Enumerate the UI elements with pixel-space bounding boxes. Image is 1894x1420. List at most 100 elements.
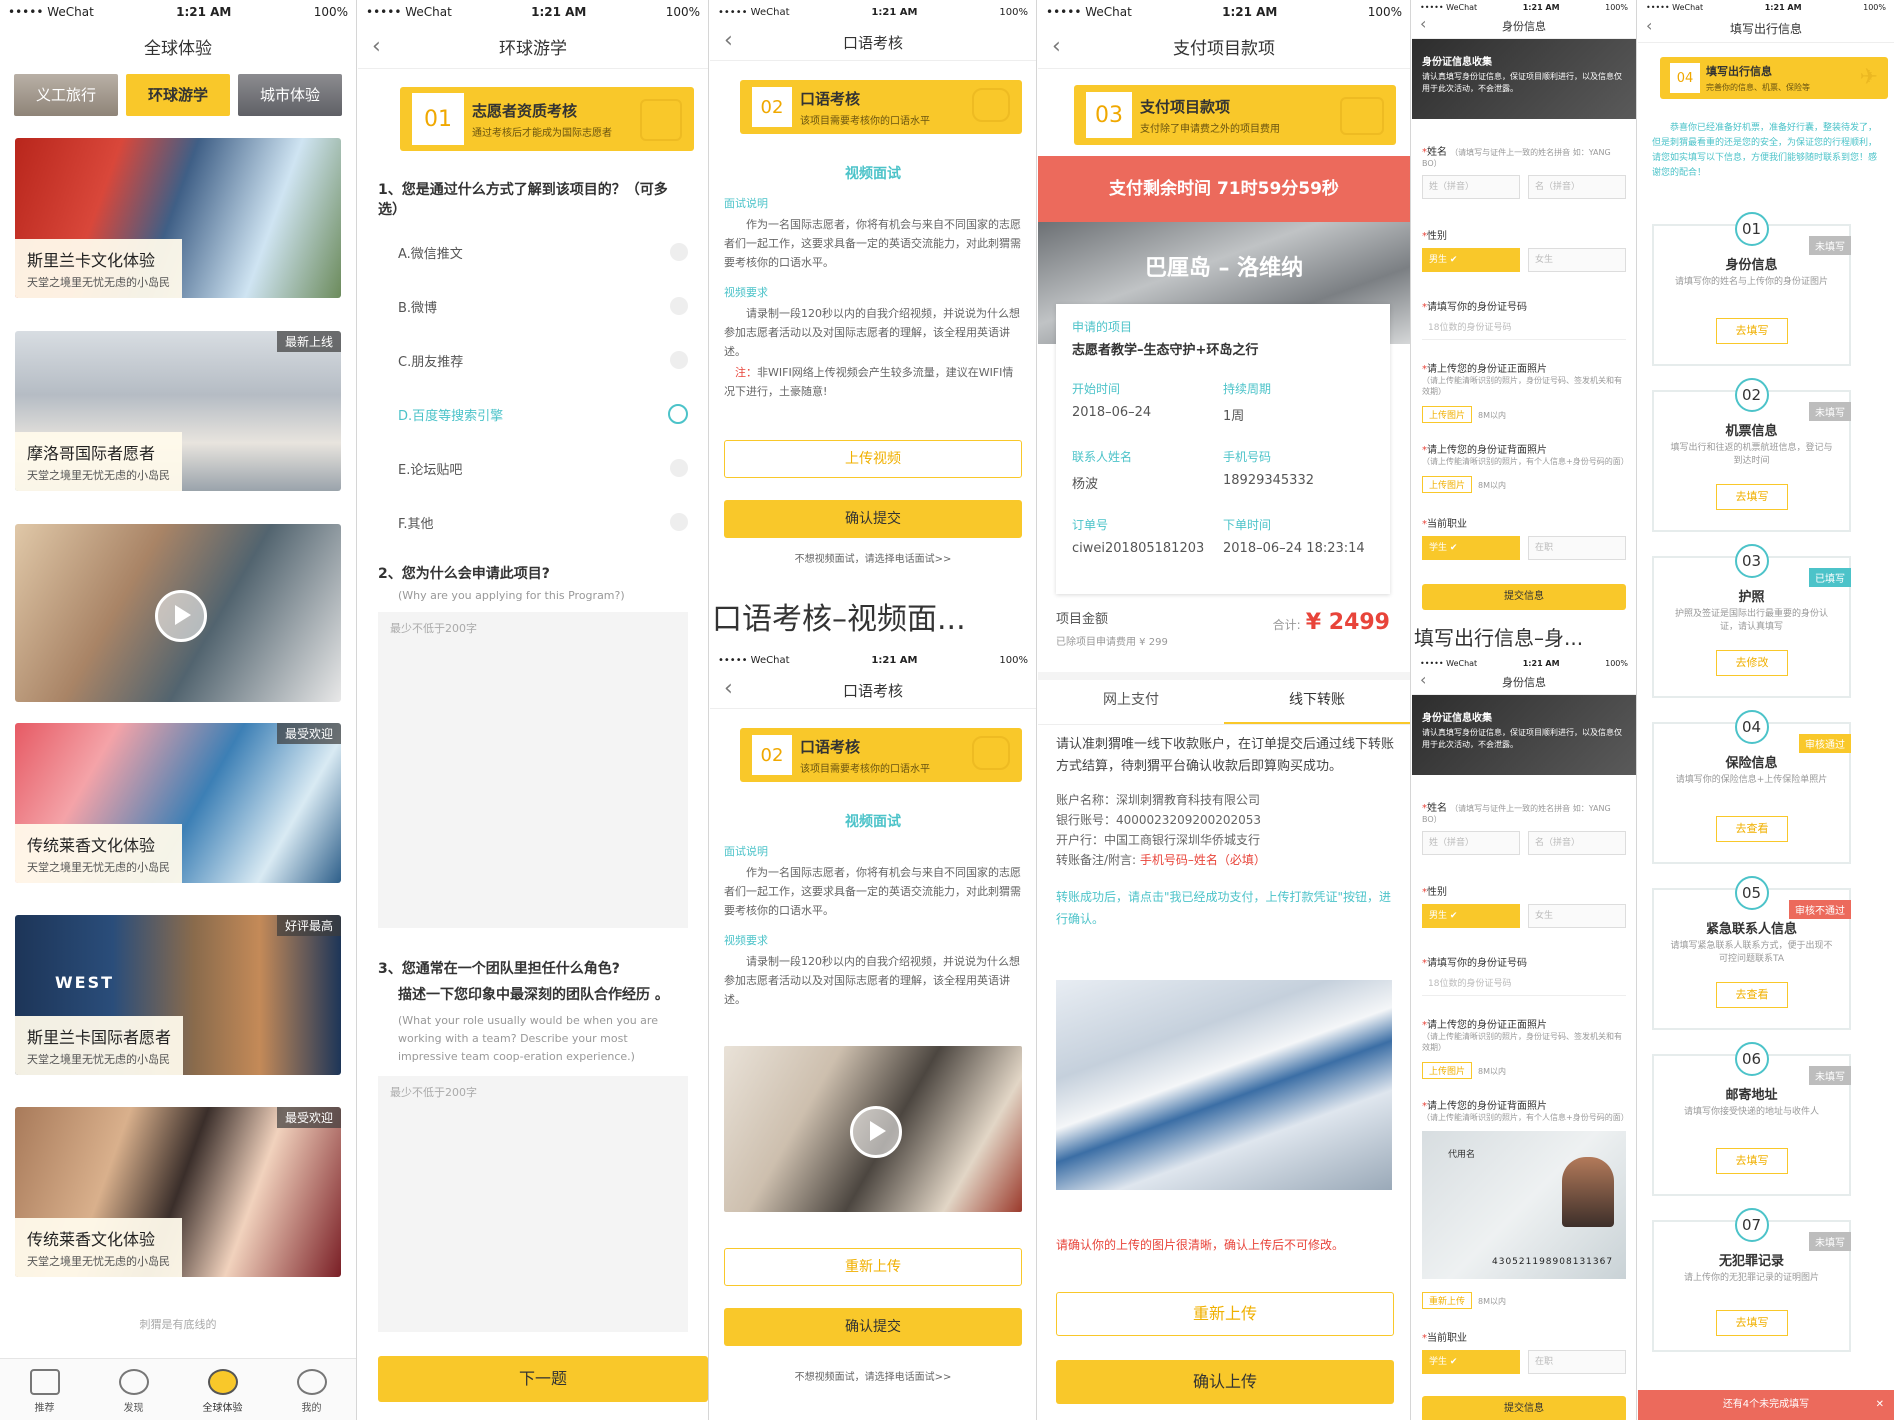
surname-input[interactable]: 姓（拼音） bbox=[1422, 175, 1520, 199]
clock: 1:21 AM bbox=[1222, 5, 1278, 19]
radio-icon[interactable] bbox=[670, 351, 688, 369]
phone-interview-link[interactable]: 不想视频面试，请选择电话面试>> bbox=[710, 1368, 1036, 1383]
job-student-option[interactable]: 学生 ✔ bbox=[1422, 536, 1520, 560]
card-action-button[interactable]: 去填写 bbox=[1716, 1310, 1788, 1336]
card-action-button[interactable]: 去查看 bbox=[1716, 816, 1788, 842]
video-card[interactable] bbox=[15, 524, 341, 702]
job-employed-option[interactable]: 在职 bbox=[1528, 536, 1626, 560]
footer-text: 还有4个未完成填写 bbox=[1722, 1399, 1810, 1410]
tab-offline-transfer[interactable]: 线下转账 bbox=[1224, 680, 1410, 724]
status-badge: 未填写 bbox=[1809, 1232, 1851, 1251]
upload-video-button[interactable]: 上传视频 bbox=[724, 440, 1022, 478]
experience-card[interactable]: 最新上线 摩洛哥国际者愿者 天堂之境里无忧无虑的小岛民 bbox=[15, 331, 341, 491]
gender-female-option[interactable]: 女生 bbox=[1528, 248, 1626, 272]
check-icon[interactable] bbox=[668, 404, 688, 424]
gender-male-option[interactable]: 男生 ✔ bbox=[1422, 248, 1520, 272]
memo-value: 手机号码–姓名（必填） bbox=[1139, 853, 1266, 867]
upload-image-button[interactable]: 上传图片 bbox=[1422, 406, 1473, 423]
back-icon[interactable]: ‹ bbox=[1420, 14, 1426, 33]
upload-image-button[interactable]: 上传图片 bbox=[1422, 1062, 1473, 1079]
battery-label: 100% bbox=[1605, 2, 1628, 12]
surname-input[interactable]: 姓（拼音） bbox=[1422, 831, 1520, 855]
bank-details: 账户名称：深圳刺猬教育科技有限公司 银行账号：40000232092002020… bbox=[1056, 790, 1396, 870]
option-item[interactable]: C.朋友推荐 bbox=[398, 333, 688, 387]
end-of-list-note: 刺猬是有底线的 bbox=[139, 1318, 217, 1331]
chat-icon bbox=[972, 736, 1010, 770]
radio-icon[interactable] bbox=[670, 513, 688, 531]
option-item[interactable]: A.微信推文 bbox=[398, 225, 688, 279]
submit-info-button[interactable]: 提交信息 bbox=[1422, 1396, 1626, 1420]
confirm-upload-button[interactable]: 确认上传 bbox=[1056, 1360, 1394, 1404]
tab-online-pay[interactable]: 网上支付 bbox=[1038, 680, 1224, 724]
option-item[interactable]: E.论坛贴吧 bbox=[398, 441, 688, 495]
bottom-tab-recommend[interactable]: 推荐 bbox=[0, 1359, 89, 1420]
card-action-button[interactable]: 去修改 bbox=[1716, 650, 1788, 676]
card-title: 斯里兰卡国际者愿者 bbox=[27, 1028, 172, 1047]
gender-female-option[interactable]: 女生 bbox=[1528, 904, 1626, 928]
tab-volunteer[interactable]: 义工旅行 bbox=[14, 74, 118, 116]
status-bar: ••••• WeChat 1:21 AM 100% bbox=[1412, 0, 1636, 14]
screen-questionnaire: ••••• WeChat 1:21 AM 100% ‹ 环球游学 01 志愿者资… bbox=[358, 0, 708, 1420]
given-name-input[interactable]: 名（拼音） bbox=[1528, 831, 1626, 855]
tab-label: 发现 bbox=[123, 1403, 144, 1414]
note-text: 非WIFI网络上传视频会产生较多流量，建议在WIFI情况下进行，土豪随意! bbox=[724, 366, 1014, 398]
next-question-button[interactable]: 下一题 bbox=[378, 1356, 708, 1402]
video-thumbnail[interactable] bbox=[724, 1046, 1022, 1212]
phone-interview-link[interactable]: 不想视频面试，请选择电话面试>> bbox=[710, 550, 1036, 565]
option-item[interactable]: F.其他 bbox=[398, 495, 688, 549]
clipboard-icon bbox=[640, 99, 682, 141]
step-banner: 02 口语考核 该项目需要考核你的口语水平 bbox=[710, 719, 1036, 791]
experience-card[interactable]: 斯里兰卡文化体验 天堂之境里无忧无虑的小岛民 bbox=[15, 138, 341, 298]
given-name-input[interactable]: 名（拼音） bbox=[1528, 175, 1626, 199]
gender-male-option[interactable]: 男生 ✔ bbox=[1422, 904, 1520, 928]
card-action-button[interactable]: 去查看 bbox=[1716, 982, 1788, 1008]
back-icon[interactable]: ‹ bbox=[1052, 34, 1061, 59]
answer-textarea[interactable]: 最少不低于200字 bbox=[378, 1076, 688, 1332]
play-icon[interactable] bbox=[155, 590, 207, 642]
back-icon[interactable]: ‹ bbox=[724, 28, 733, 53]
radio-icon[interactable] bbox=[670, 297, 688, 315]
confirm-submit-button[interactable]: 确认提交 bbox=[724, 500, 1022, 538]
experience-card[interactable]: 最受欢迎 传统莱香文化体验 天堂之境里无忧无虑的小岛民 bbox=[15, 723, 341, 883]
reupload-button[interactable]: 重新上传 bbox=[1056, 1292, 1394, 1336]
reupload-image-button[interactable]: 重新上传 bbox=[1422, 1292, 1473, 1309]
close-icon[interactable]: ✕ bbox=[1876, 1390, 1884, 1420]
bottom-tab-discover[interactable]: 发现 bbox=[89, 1359, 178, 1420]
back-icon[interactable]: ‹ bbox=[1420, 670, 1426, 689]
field-hint: （请上传能清晰识别的照片，身份证号码、签发机关和有效期） bbox=[1422, 1032, 1622, 1052]
id-number-input[interactable]: 18位数的身份证号码 bbox=[1422, 317, 1626, 340]
experience-card[interactable]: WEST 好评最高 斯里兰卡国际者愿者 天堂之境里无忧无虑的小岛民 bbox=[15, 915, 341, 1075]
back-icon[interactable]: ‹ bbox=[724, 676, 733, 701]
confirm-submit-button[interactable]: 确认提交 bbox=[724, 1308, 1022, 1346]
card-action-button[interactable]: 去填写 bbox=[1716, 318, 1788, 344]
bottom-tab-me[interactable]: 我的 bbox=[267, 1359, 356, 1420]
card-action-button[interactable]: 去填写 bbox=[1716, 484, 1788, 510]
upload-image-button[interactable]: 上传图片 bbox=[1422, 476, 1473, 493]
bottom-tab-global[interactable]: 全球体验 bbox=[178, 1359, 267, 1420]
banner-title: 身份证信息收集 bbox=[1422, 57, 1492, 68]
tab-city[interactable]: 城市体验 bbox=[238, 74, 342, 116]
id-number-input[interactable]: 18位数的身份证号码 bbox=[1422, 973, 1626, 996]
incomplete-footer[interactable]: 还有4个未完成填写 ✕ bbox=[1638, 1390, 1894, 1420]
radio-icon[interactable] bbox=[670, 459, 688, 477]
label-text: 姓名 bbox=[1427, 147, 1447, 158]
card-action-button[interactable]: 去填写 bbox=[1716, 1148, 1788, 1174]
option-item-selected[interactable]: D.百度等搜索引擎 bbox=[398, 387, 688, 441]
receipt-image[interactable] bbox=[1056, 980, 1392, 1190]
experience-card[interactable]: 最受欢迎 传统莱香文化体验 天堂之境里无忧无虑的小岛民 bbox=[15, 1107, 341, 1277]
radio-icon[interactable] bbox=[670, 243, 688, 261]
play-icon[interactable] bbox=[850, 1106, 902, 1158]
id-card-photo[interactable]: 代用名 430521198908131367 bbox=[1422, 1131, 1626, 1279]
submit-info-button[interactable]: 提交信息 bbox=[1422, 584, 1626, 610]
tab-study[interactable]: 环球游学 bbox=[126, 74, 230, 116]
back-icon[interactable]: ‹ bbox=[1646, 16, 1652, 35]
job-employed-option[interactable]: 在职 bbox=[1528, 1350, 1626, 1374]
answer-textarea[interactable]: 最少不低于200字 bbox=[378, 612, 688, 928]
job-student-option[interactable]: 学生 ✔ bbox=[1422, 1350, 1520, 1374]
back-icon[interactable]: ‹ bbox=[372, 34, 381, 59]
field-label: 订单号 bbox=[1072, 518, 1109, 532]
option-item[interactable]: B.微博 bbox=[398, 279, 688, 333]
id-number-label: *请填写你的身份证号码 bbox=[1422, 958, 1527, 969]
reupload-button[interactable]: 重新上传 bbox=[724, 1248, 1022, 1286]
upload-row: 上传图片 8M以内 bbox=[1422, 403, 1626, 423]
